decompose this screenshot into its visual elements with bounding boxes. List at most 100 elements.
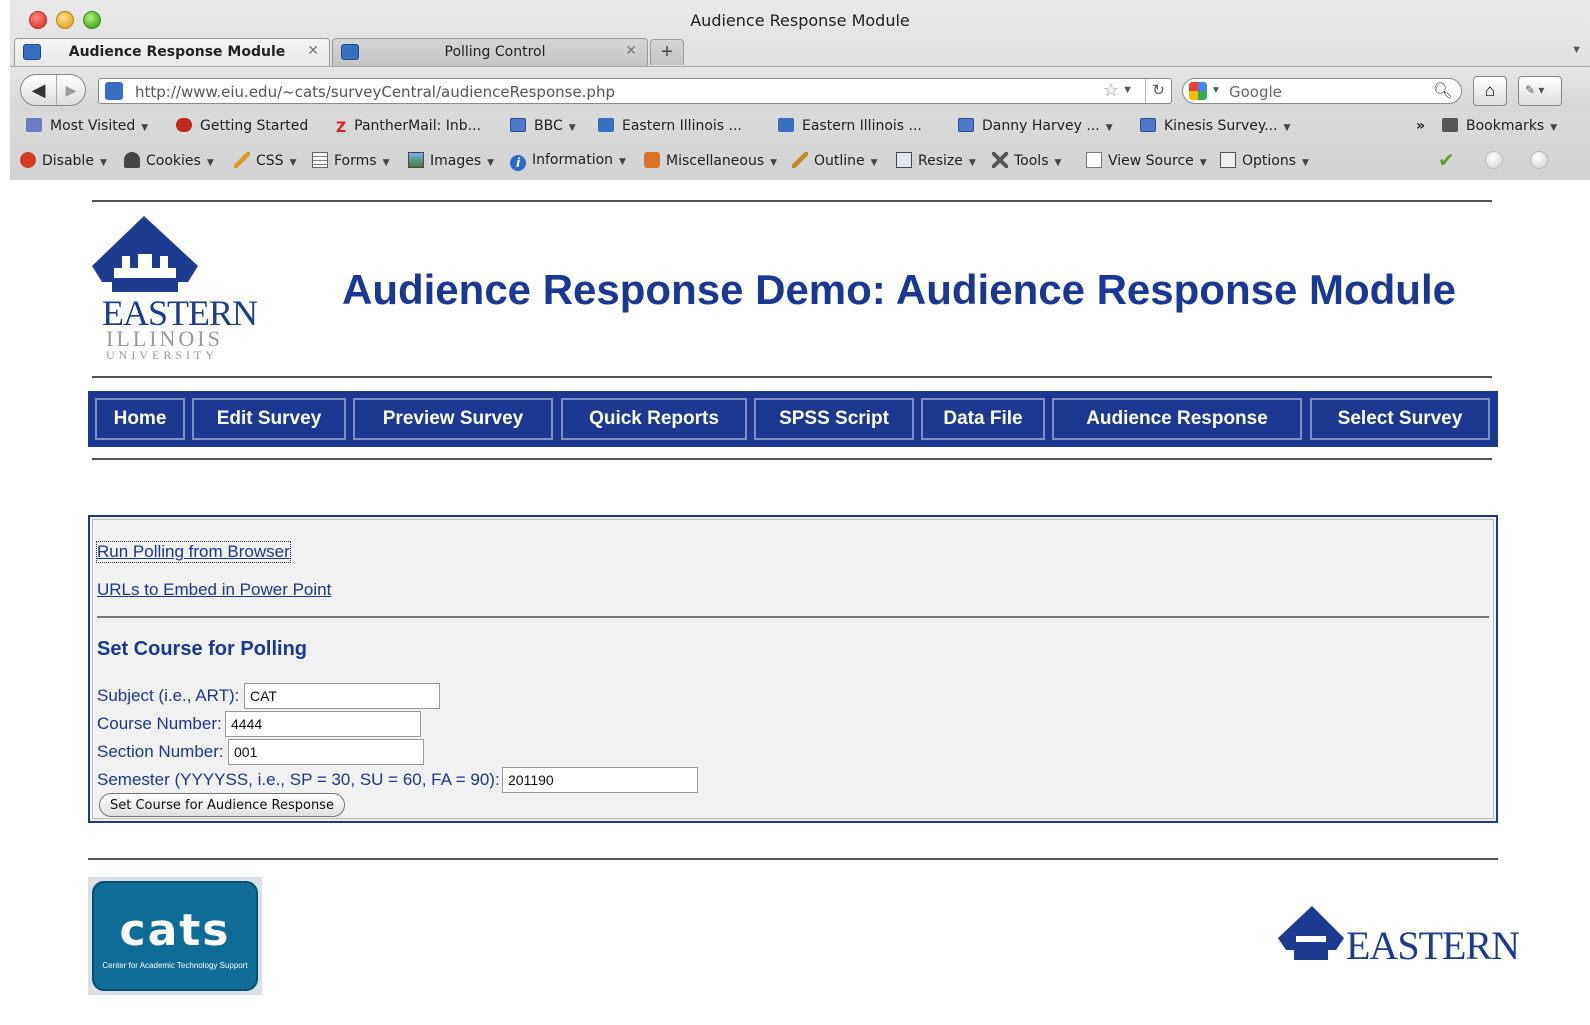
webdev-css[interactable]: CSS ▼: [234, 152, 296, 169]
chevron-down-icon: ▼: [99, 158, 107, 168]
css-status-icon[interactable]: [1485, 151, 1503, 169]
webdev-disable[interactable]: Disable ▼: [20, 152, 107, 169]
bookmark-label: Eastern Illinois ...: [622, 118, 742, 134]
embed-urls-link[interactable]: URLs to Embed in Power Point: [97, 580, 331, 600]
bookmark-getting-started[interactable]: Getting Started: [176, 118, 308, 134]
webdev-resize[interactable]: Resize ▼: [896, 152, 976, 169]
chevron-down-icon: ▼: [1054, 158, 1062, 168]
menu-home-button[interactable]: Home: [95, 398, 185, 440]
resize-icon: [896, 152, 912, 168]
chevron-down-icon: ▼: [206, 158, 214, 168]
menu-data-file-button[interactable]: Data File: [921, 398, 1045, 440]
google-engine-icon[interactable]: [1189, 82, 1207, 100]
bookmark-most-visited[interactable]: Most Visited ▼: [26, 118, 148, 134]
site-identity-icon[interactable]: [105, 82, 123, 100]
webdev-tools[interactable]: Tools ▼: [992, 152, 1061, 169]
js-status-icon[interactable]: [1530, 151, 1548, 169]
close-tab-icon[interactable]: ✕: [307, 43, 319, 59]
menu-preview-survey-button[interactable]: Preview Survey: [353, 398, 553, 440]
webdev-outline[interactable]: Outline ▼: [792, 152, 878, 169]
search-placeholder[interactable]: Google: [1229, 83, 1282, 101]
window-titlebar: Audience Response Module: [10, 0, 1590, 40]
addon-menu-button[interactable]: ✎ ▾: [1518, 76, 1562, 106]
bookmarks-overflow-button[interactable]: »: [1416, 118, 1425, 134]
webdev-information[interactable]: i Information ▼: [510, 152, 626, 171]
chevron-down-icon: ▼: [770, 158, 778, 168]
tab-polling-control[interactable]: Polling Control ✕: [332, 38, 648, 66]
webdev-forms[interactable]: Forms ▼: [312, 152, 389, 169]
footer-eastern-logo: EASTERN: [1278, 906, 1520, 968]
webdev-cookies[interactable]: Cookies ▼: [124, 152, 214, 169]
cats-logo: cats Center for Academic Technology Supp…: [88, 877, 262, 995]
bookmark-label: Most Visited: [50, 118, 136, 134]
webdev-label: Disable: [42, 153, 94, 169]
miscellaneous-icon: [644, 152, 660, 168]
search-icon[interactable]: 🔍︎: [1433, 81, 1453, 101]
footer-divider: [88, 858, 1498, 860]
url-bar[interactable]: http://www.eiu.edu/~cats/surveyCentral/a…: [98, 78, 1172, 104]
options-icon: [1220, 152, 1236, 168]
bookmarks-toolbar: Most Visited ▼ Getting Started Z PantherMa…: [10, 112, 1590, 142]
menu-quick-reports-button[interactable]: Quick Reports: [561, 398, 747, 440]
webdev-label: Forms: [334, 153, 377, 169]
search-bar[interactable]: ▼ Google 🔍︎: [1182, 78, 1462, 104]
bookmark-eastern-illinois-1[interactable]: Eastern Illinois ...: [598, 118, 742, 134]
zimbra-icon: Z: [336, 120, 347, 136]
bookmark-panthermail[interactable]: Z PantherMail: Inb...: [336, 118, 481, 136]
bookmark-label: Getting Started: [200, 118, 309, 134]
bookmark-eastern-illinois-2[interactable]: Eastern Illinois ...: [778, 118, 922, 134]
search-engine-dropdown-icon[interactable]: ▼: [1211, 85, 1221, 96]
site-favicon-icon: [23, 44, 41, 60]
home-button[interactable]: ⌂: [1473, 76, 1507, 106]
bookmarks-menu-button[interactable]: Bookmarks ▼: [1442, 118, 1557, 134]
reload-icon[interactable]: ↻: [1145, 79, 1171, 103]
tab-bar: Audience Response Module ✕ Polling Contr…: [10, 36, 1590, 66]
chevron-down-icon: ▼: [619, 157, 626, 167]
folder-icon: [26, 118, 42, 132]
webdev-images[interactable]: Images ▼: [408, 152, 494, 169]
webdev-label: Cookies: [146, 153, 201, 169]
footer-eastern-text: EASTERN: [1346, 923, 1520, 968]
new-tab-button[interactable]: +: [650, 39, 684, 65]
bookmark-danny-harvey[interactable]: Danny Harvey ... ▼: [958, 118, 1113, 134]
bookmark-label: Kinesis Survey...: [1164, 118, 1278, 134]
back-button[interactable]: ◀: [21, 75, 57, 105]
back-forward-group: ◀ ▶: [20, 74, 86, 106]
header-divider: [92, 376, 1492, 378]
feed-icon: [510, 118, 526, 132]
webdev-options[interactable]: Options ▼: [1220, 152, 1309, 169]
webdev-view-source[interactable]: View Source ▼: [1086, 152, 1207, 169]
bookmark-label: Eastern Illinois ...: [802, 118, 922, 134]
menu-divider: [92, 458, 1492, 460]
forward-button[interactable]: ▶: [57, 75, 85, 105]
information-icon: i: [510, 155, 526, 171]
url-history-dropdown-icon[interactable]: ▼: [1122, 84, 1133, 96]
bookmark-star-icon[interactable]: ☆: [1103, 80, 1119, 101]
section-number-label: Section Number:: [97, 742, 224, 761]
tab-audience-response-module[interactable]: Audience Response Module ✕: [14, 38, 330, 66]
semester-input[interactable]: [502, 767, 698, 793]
menu-audience-response-button[interactable]: Audience Response: [1052, 398, 1302, 440]
cats-logo-subtitle: Center for Academic Technology Support: [102, 961, 248, 970]
menu-spss-script-button[interactable]: SPSS Script: [754, 398, 914, 440]
subject-input[interactable]: [244, 683, 440, 709]
validation-check-icon[interactable]: ✔: [1438, 148, 1455, 172]
set-course-button[interactable]: Set Course for Audience Response: [99, 793, 345, 817]
close-tab-icon[interactable]: ✕: [625, 43, 637, 59]
menu-edit-survey-button[interactable]: Edit Survey: [192, 398, 346, 440]
page-title: Audience Response Demo: Audience Respons…: [342, 266, 1456, 313]
audience-response-panel: Run Polling from Browser URLs to Embed i…: [88, 515, 1498, 823]
tab-label: Polling Control: [444, 44, 546, 60]
webdev-miscellaneous[interactable]: Miscellaneous ▼: [644, 152, 777, 169]
menu-select-survey-button[interactable]: Select Survey: [1310, 398, 1490, 440]
section-number-input[interactable]: [228, 739, 424, 765]
site-icon: [598, 118, 614, 132]
run-polling-link[interactable]: Run Polling from Browser: [96, 541, 291, 563]
list-all-tabs-icon[interactable]: ▼: [1571, 44, 1582, 56]
bookmark-bbc[interactable]: BBC ▼: [510, 118, 576, 134]
course-number-input[interactable]: [225, 711, 421, 737]
chevron-down-icon: ▼: [1302, 158, 1309, 168]
chevron-down-icon: ▼: [382, 158, 390, 168]
url-text[interactable]: http://www.eiu.edu/~cats/surveyCentral/a…: [135, 83, 615, 101]
bookmark-kinesis-survey[interactable]: Kinesis Survey... ▼: [1140, 118, 1290, 134]
